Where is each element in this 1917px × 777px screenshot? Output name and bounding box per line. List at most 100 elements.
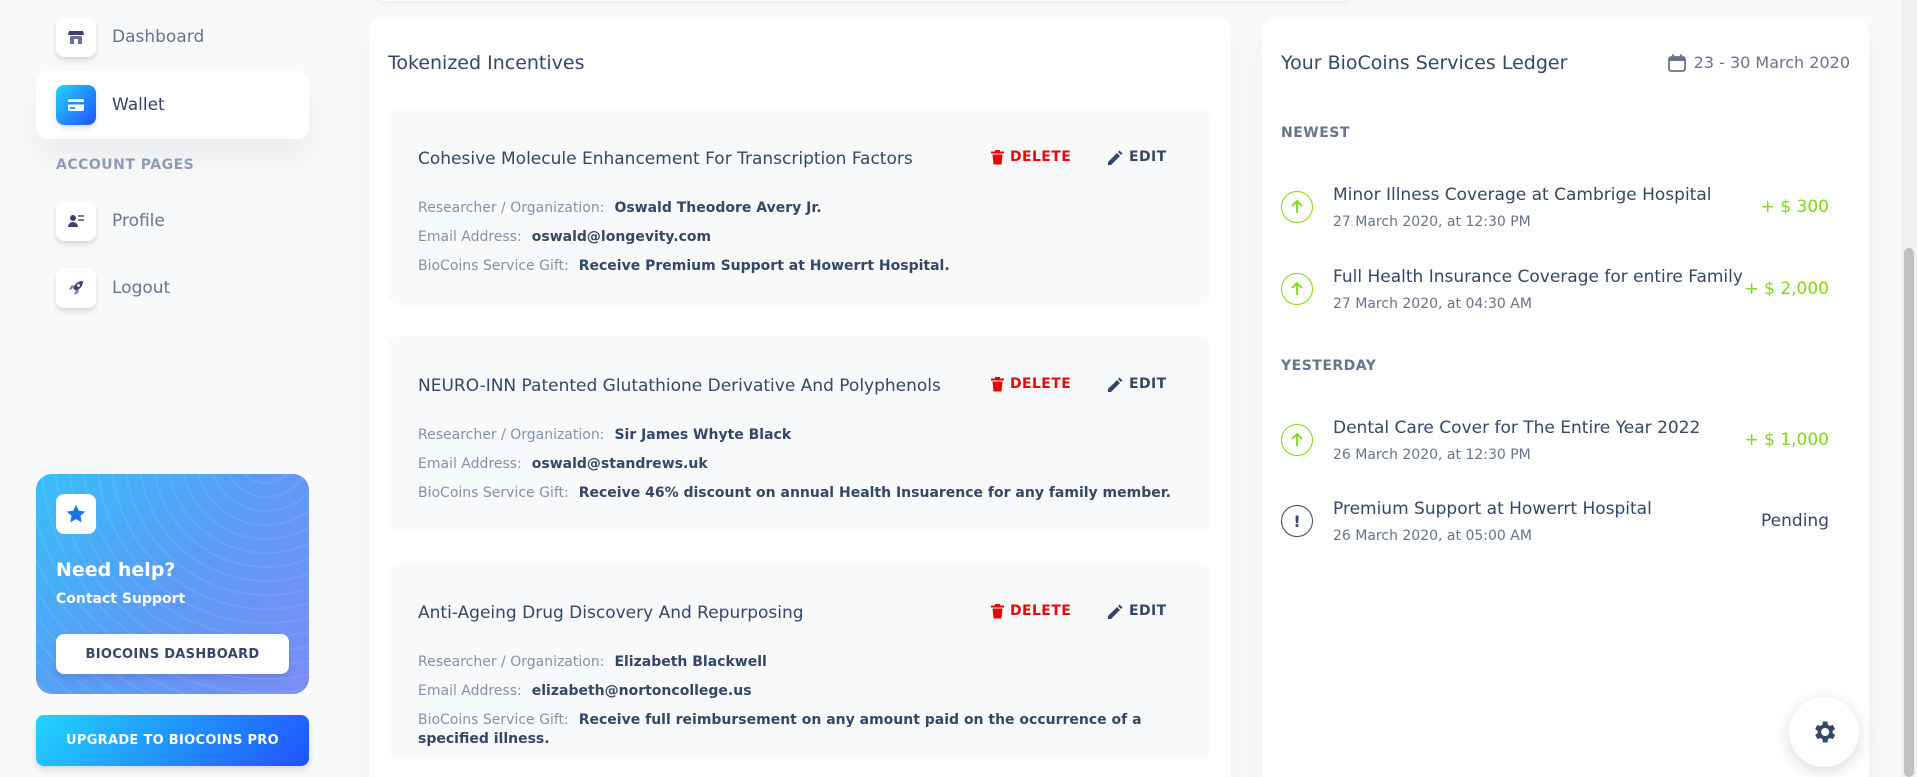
email-row: Email Address: elizabeth@nortoncollege.us [418, 682, 1188, 701]
transaction-date: 27 March 2020, at 12:30 PM [1333, 214, 1531, 230]
incentive-name: Cohesive Molecule Enhancement For Transc… [418, 149, 913, 169]
upgrade-button[interactable]: UPGRADE TO BIOCOINS PRO [36, 715, 309, 766]
section-label-yesterday: YESTERDAY [1281, 358, 1377, 374]
transaction-item: Full Health Insurance Coverage for entir… [1281, 259, 1829, 319]
transaction-date: 26 March 2020, at 05:00 AM [1333, 528, 1532, 544]
delete-label: DELETE [1010, 603, 1072, 619]
gift-row: BioCoins Service Gift: Receive full reimb… [418, 711, 1188, 749]
researcher-row: Researcher / Organization: Elizabeth Blac… [418, 653, 1188, 672]
email-value: oswald@standrews.uk [531, 456, 708, 472]
shop-icon [56, 17, 96, 57]
edit-button[interactable]: EDIT [1108, 149, 1167, 165]
trash-icon [991, 376, 1004, 391]
pencil-icon [1108, 604, 1123, 619]
gift-row: BioCoins Service Gift: Receive 46% discou… [418, 484, 1188, 503]
transaction-amount: + $ 2,000 [1744, 279, 1829, 299]
sidebar-item-logout[interactable]: Logout [36, 254, 309, 322]
transaction-item: Dental Care Cover for The Entire Year 20… [1281, 410, 1829, 470]
email-value: elizabeth@nortoncollege.us [531, 683, 752, 699]
help-card: Need help? Contact Support BIOCOINS DASH… [36, 474, 309, 694]
biocoins-dashboard-button[interactable]: BIOCOINS DASHBOARD [56, 634, 289, 674]
researcher-label: Researcher / Organization: [418, 200, 605, 216]
sidebar-item-label: Wallet [112, 95, 165, 115]
researcher-label: Researcher / Organization: [418, 654, 605, 670]
researcher-value: Elizabeth Blackwell [614, 654, 767, 670]
email-label: Email Address: [418, 229, 522, 245]
transaction-item: ! Premium Support at Howerrt Hospital 26… [1281, 491, 1829, 551]
user-card-icon [56, 201, 96, 241]
email-label: Email Address: [418, 456, 522, 472]
delete-label: DELETE [1010, 376, 1072, 392]
transaction-title: Minor Illness Coverage at Cambrige Hospi… [1333, 185, 1712, 205]
email-row: Email Address: oswald@longevity.com [418, 228, 1188, 247]
pencil-icon [1108, 377, 1123, 392]
credit-card-icon [56, 85, 96, 125]
settings-button[interactable] [1789, 697, 1859, 767]
sidebar-item-dashboard[interactable]: Dashboard [36, 3, 309, 71]
star-icon [56, 494, 96, 534]
incentives-card: Tokenized Incentives Cohesive Molecule E… [369, 17, 1231, 777]
sidebar-item-label: Dashboard [112, 27, 205, 47]
sidebar-item-label: Logout [112, 278, 171, 298]
transaction-amount: + $ 1,000 [1744, 430, 1829, 450]
email-value: oswald@longevity.com [531, 229, 712, 245]
researcher-row: Researcher / Organization: Oswald Theodor… [418, 199, 1188, 218]
scrollbar-thumb[interactable] [1904, 248, 1914, 777]
sidebar-item-wallet[interactable]: Wallet [36, 71, 309, 139]
sidebar-item-label: Profile [112, 211, 165, 231]
ledger-card: Your BioCoins Services Ledger 23 - 30 Ma… [1262, 17, 1869, 777]
researcher-row: Researcher / Organization: Sir James Whyt… [418, 426, 1188, 445]
edit-button[interactable]: EDIT [1108, 603, 1167, 619]
incentives-title: Tokenized Incentives [388, 52, 585, 74]
transaction-date: 27 March 2020, at 04:30 AM [1333, 296, 1532, 312]
arrow-up-icon [1281, 191, 1313, 223]
researcher-value: Oswald Theodore Avery Jr. [614, 200, 822, 216]
calendar-icon [1667, 54, 1686, 72]
top-card-edge [373, 0, 1353, 1]
trash-icon [991, 603, 1004, 618]
gift-value: Receive 46% discount on annual Health In… [578, 485, 1171, 501]
gift-value: Receive Premium Support at Howerrt Hospi… [578, 258, 950, 274]
ledger-title: Your BioCoins Services Ledger [1281, 52, 1568, 74]
rocket-icon [56, 268, 96, 308]
edit-label: EDIT [1129, 603, 1167, 619]
gear-icon [1815, 721, 1836, 743]
edit-button[interactable]: EDIT [1108, 376, 1167, 392]
help-subtitle: Contact Support [56, 591, 186, 607]
delete-button[interactable]: DELETE [991, 376, 1071, 392]
delete-button[interactable]: DELETE [991, 603, 1071, 619]
arrow-up-icon [1281, 424, 1313, 456]
incentive-name: NEURO-INN Patented Glutathione Derivativ… [418, 376, 941, 396]
incentive-item: Anti-Ageing Drug Discovery And Repurposi… [388, 563, 1211, 759]
transaction-amount: + $ 300 [1760, 197, 1829, 217]
researcher-label: Researcher / Organization: [418, 427, 605, 443]
date-range-text: 23 - 30 March 2020 [1693, 53, 1850, 72]
researcher-value: Sir James Whyte Black [614, 427, 792, 443]
incentive-name: Anti-Ageing Drug Discovery And Repurposi… [418, 603, 804, 623]
section-label-newest: NEWEST [1281, 125, 1350, 141]
gift-label: BioCoins Service Gift: [418, 258, 569, 274]
transaction-item: Minor Illness Coverage at Cambrige Hospi… [1281, 177, 1829, 237]
gift-label: BioCoins Service Gift: [418, 712, 569, 728]
gift-label: BioCoins Service Gift: [418, 485, 569, 501]
email-row: Email Address: oswald@standrews.uk [418, 455, 1188, 474]
edit-label: EDIT [1129, 149, 1167, 165]
ledger-date-range: 23 - 30 March 2020 [1667, 53, 1850, 72]
incentive-item: NEURO-INN Patented Glutathione Derivativ… [388, 336, 1211, 532]
trash-icon [991, 149, 1004, 164]
sidebar: Dashboard Wallet ACCOUNT PAGES Profile L… [0, 0, 345, 777]
arrow-up-icon [1281, 273, 1313, 305]
delete-button[interactable]: DELETE [991, 149, 1071, 165]
section-label-account-pages: ACCOUNT PAGES [56, 157, 195, 173]
page-scrollbar[interactable] [1901, 0, 1917, 777]
transaction-title: Premium Support at Howerrt Hospital [1333, 499, 1652, 519]
delete-label: DELETE [1010, 149, 1072, 165]
gift-row: BioCoins Service Gift: Receive Premium Su… [418, 257, 1188, 276]
incentive-item: Cohesive Molecule Enhancement For Transc… [388, 109, 1211, 305]
transaction-status: Pending [1761, 511, 1829, 531]
transaction-title: Dental Care Cover for The Entire Year 20… [1333, 418, 1701, 438]
pencil-icon [1108, 150, 1123, 165]
transaction-title: Full Health Insurance Coverage for entir… [1333, 267, 1743, 287]
sidebar-item-profile[interactable]: Profile [36, 187, 309, 255]
exclamation-icon: ! [1281, 505, 1313, 537]
